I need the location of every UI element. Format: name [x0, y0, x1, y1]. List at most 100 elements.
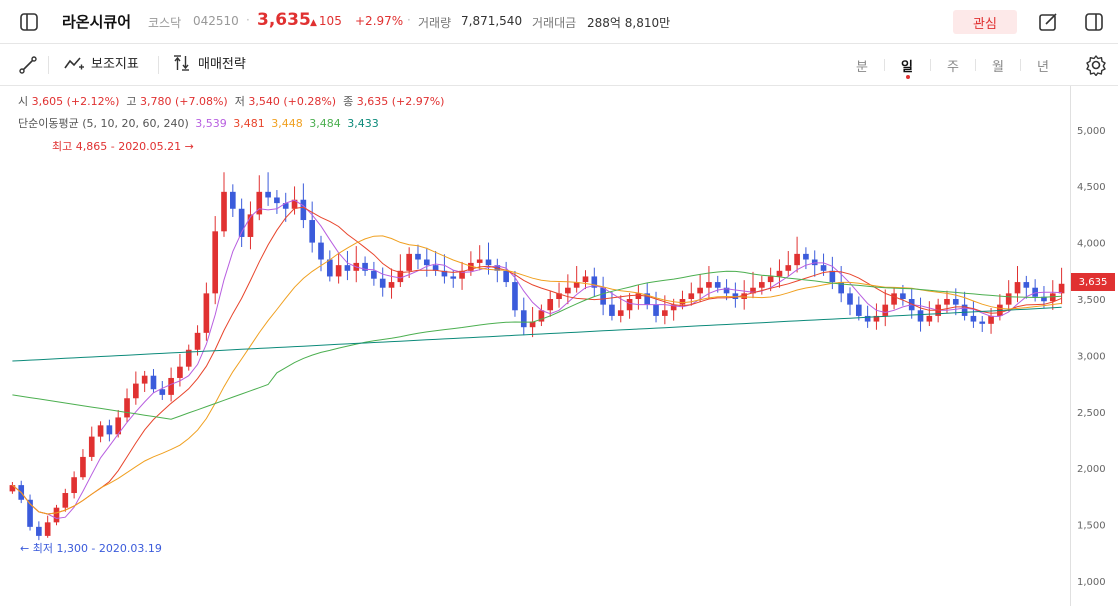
- period-divider: [884, 59, 885, 71]
- candle-body: [326, 259, 333, 277]
- candle-body: [635, 293, 642, 299]
- candle-body: [274, 197, 280, 204]
- candle-body: [9, 485, 16, 492]
- strategy-button[interactable]: 매매전략: [172, 53, 246, 72]
- market-label: 코스닥: [148, 16, 182, 30]
- candle-body: [36, 526, 42, 536]
- candle-body: [829, 270, 836, 283]
- candle-body: [706, 282, 712, 288]
- candle-body: [44, 522, 51, 536]
- candle-body: [318, 242, 324, 260]
- candle-body: [961, 304, 968, 316]
- candle-body: [97, 425, 104, 437]
- candlestick-chart[interactable]: 5,000 4,500 4,000 3,500 3,000 2,500 2,000 1,500…: [0, 86, 1118, 606]
- stock-name: 라온시큐어: [62, 13, 132, 31]
- y-tick-label: 1,500: [1077, 521, 1106, 532]
- candle-body: [300, 199, 307, 221]
- toolbar-divider: [48, 56, 49, 74]
- price-axis-divider: [1070, 86, 1071, 606]
- y-tick-label: 3,000: [1077, 351, 1106, 362]
- separator-dot: ·: [407, 13, 411, 27]
- candle-body: [970, 315, 977, 322]
- candle-body: [794, 253, 800, 266]
- candle-body: [415, 253, 421, 260]
- side-panel-icon[interactable]: [1083, 11, 1105, 33]
- strategy-label: 매매전략: [198, 57, 246, 72]
- volume-value: 7,871,540: [461, 14, 523, 28]
- candle-body: [150, 375, 157, 390]
- price-change-percent: +2.97%: [355, 14, 404, 28]
- candle-body: [53, 507, 60, 523]
- candle-body: [767, 276, 774, 283]
- candle-body: [406, 253, 412, 271]
- candle-body: [168, 377, 174, 395]
- candle-body: [62, 493, 69, 508]
- candle-body: [221, 191, 227, 232]
- moving-average-line: [12, 235, 1062, 515]
- candle-body: [309, 220, 315, 243]
- candle-body: [565, 287, 571, 294]
- moving-average-line: [12, 306, 1062, 362]
- candle-body: [1014, 282, 1021, 294]
- edit-icon[interactable]: [1037, 11, 1059, 33]
- candle-body: [80, 456, 86, 478]
- candle-body: [388, 282, 395, 288]
- y-tick-label: 1,000: [1077, 577, 1106, 588]
- candle-body: [379, 278, 386, 288]
- candle-body: [1032, 287, 1038, 297]
- candle-body: [855, 304, 862, 316]
- period-divider: [930, 59, 931, 71]
- indicator-label: 보조지표: [91, 57, 139, 72]
- candle-body: [371, 270, 377, 279]
- favorite-button[interactable]: 관심: [953, 10, 1017, 34]
- candle-body: [194, 332, 201, 350]
- candle-body: [512, 282, 518, 311]
- candle-body: [230, 191, 236, 209]
- candle-body: [617, 310, 624, 316]
- y-tick-label: 5,000: [1077, 126, 1106, 137]
- candle-body: [653, 304, 659, 316]
- candle-body: [141, 375, 148, 384]
- candle-body: [476, 259, 483, 263]
- candle-body: [820, 265, 827, 271]
- candle-body: [335, 265, 342, 277]
- candle-body: [803, 253, 809, 260]
- tab-month[interactable]: 월: [992, 56, 1004, 75]
- y-tick-label: 4,000: [1077, 239, 1106, 250]
- candle-body: [582, 276, 589, 283]
- last-price-tag: 3,635: [1071, 273, 1115, 291]
- tab-week[interactable]: 주: [947, 56, 959, 75]
- candle-body: [159, 389, 166, 395]
- candle-body: [124, 398, 130, 418]
- drawing-tool-icon[interactable]: [17, 54, 39, 76]
- candle-body: [71, 477, 77, 494]
- price-change-value: 105: [318, 14, 342, 28]
- tab-year[interactable]: 년: [1037, 56, 1049, 75]
- y-tick-label: 4,500: [1077, 182, 1106, 193]
- candle-body: [1005, 293, 1012, 305]
- candle-body: [88, 436, 95, 457]
- settings-gear-icon[interactable]: [1085, 54, 1107, 76]
- separator-dot: ·: [246, 13, 250, 27]
- toolbar-divider: [158, 56, 159, 74]
- candle-body: [952, 299, 959, 305]
- candle-body: [450, 276, 457, 279]
- tab-minute[interactable]: 분: [856, 56, 868, 75]
- tab-day[interactable]: 일: [901, 56, 913, 75]
- candle-body: [485, 259, 492, 266]
- candle-body: [106, 425, 113, 435]
- up-arrow-icon: ▲: [310, 18, 317, 28]
- indicator-icon: [64, 56, 84, 69]
- sidebar-toggle-icon[interactable]: [18, 11, 40, 33]
- candle-body: [1058, 283, 1065, 294]
- candle-body: [547, 299, 554, 311]
- y-tick-label: 2,500: [1077, 408, 1106, 419]
- candle-body: [917, 310, 924, 322]
- current-price: 3,635: [257, 10, 311, 30]
- stock-code: 042510: [193, 14, 239, 28]
- volume-label: 거래량: [418, 16, 452, 30]
- active-period-indicator: [906, 75, 910, 79]
- period-divider: [975, 59, 976, 71]
- candle-body: [520, 310, 527, 328]
- indicator-button[interactable]: 보조지표: [63, 53, 139, 72]
